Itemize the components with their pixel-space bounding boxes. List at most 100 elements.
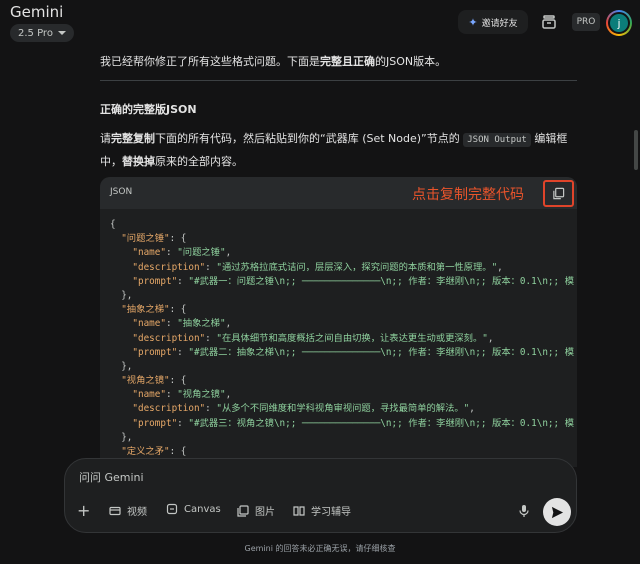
code-token: "description": [132, 261, 206, 273]
code-line: },: [100, 289, 577, 303]
code-token: ,: [497, 261, 503, 273]
code-token: "name": [132, 318, 166, 330]
code-line: "抽象之梯": {: [100, 303, 577, 317]
tool-study-button[interactable]: 学习辅导: [293, 503, 351, 518]
code-token: ,: [487, 332, 494, 344]
code-token: ,: [469, 403, 475, 415]
sparkle-icon: ✦: [468, 15, 478, 29]
book-icon: [293, 505, 305, 516]
code-token: "description": [132, 332, 206, 344]
code-line: "prompt": "#武器三：视角之镜\n;; ──────────────\…: [100, 417, 577, 431]
send-icon: [551, 506, 563, 518]
code-line: {: [100, 218, 577, 232]
code-token: "从多个不同维度和学科视角审视问题，寻找最简单的解法。": [216, 403, 470, 415]
intro-paragraph: 我已经帮你修正了所有这些格式问题。下面是完整且正确的JSON版本。: [100, 55, 447, 68]
code-token: :: [165, 318, 178, 330]
code-token: "抽象之梯": [121, 304, 170, 316]
avatar-initial: j: [608, 12, 630, 34]
code-token: : {: [169, 304, 187, 316]
invite-friends-button[interactable]: ✦ 邀请好友: [458, 10, 528, 34]
code-block: JSON 点击复制完整代码 { "问题之锤": { "name": "问题之锤"…: [100, 177, 577, 467]
microphone-icon[interactable]: [518, 504, 530, 518]
code-language-label: JSON: [110, 187, 133, 197]
code-line: "问题之锤": {: [100, 232, 577, 246]
divider: [100, 80, 577, 81]
code-token: "通过苏格拉底式诘问，层层深入，探究问题的本质和第一性原理。": [216, 261, 498, 273]
copy-code-button[interactable]: [543, 180, 574, 207]
code-token: "#武器三：视角之镜\n;; ──────────────\n;; 作者：李继刚…: [188, 417, 575, 429]
model-selector[interactable]: 2.5 Pro: [10, 24, 74, 42]
tool-label: 图片: [255, 507, 275, 518]
code-token: :: [177, 275, 189, 287]
canvas-icon: [166, 503, 178, 515]
code-token: :: [205, 403, 217, 415]
code-token: : {: [169, 446, 187, 457]
top-bar: Gemini 2.5 Pro ✦ 邀请好友 PRO j: [0, 0, 640, 48]
code-token: "问题之锤": [177, 247, 226, 259]
prompt-composer: + 视频 Canvas 图片 学习辅导: [64, 458, 577, 533]
code-token: :: [177, 417, 189, 429]
code-token: :: [177, 346, 189, 358]
code-token: },: [110, 289, 133, 301]
tool-label: Canvas: [184, 503, 221, 515]
code-line: "prompt": "#武器一：问题之锤\n;; ──────────────\…: [100, 275, 577, 289]
add-icon[interactable]: +: [77, 501, 90, 520]
copy-icon: [553, 187, 565, 200]
workspace-icon[interactable]: [541, 14, 557, 30]
code-line: "name": "问题之锤",: [100, 246, 577, 260]
code-token: "在具体细节和高度概括之间自由切换，让表达更生动或更深刻。": [216, 332, 488, 344]
code-token: "#武器一：问题之锤\n;; ──────────────\n;; 作者：李继刚…: [188, 275, 575, 287]
tool-canvas-button[interactable]: Canvas: [166, 503, 221, 515]
inline-code: JSON Output: [463, 133, 531, 147]
copy-annotation: 点击复制完整代码: [412, 187, 524, 203]
code-token: ,: [225, 389, 232, 401]
tool-image-button[interactable]: 图片: [237, 503, 275, 518]
code-line: "description": "在具体细节和高度概括之间自由切换，让表达更生动或…: [100, 332, 577, 346]
code-token: {: [110, 219, 116, 230]
code-token: "抽象之梯": [177, 318, 226, 330]
code-token: "视角之镜": [177, 389, 226, 401]
instruction-paragraph: 请完整复制下面的所有代码，然后粘贴到你的“武器库 (Set Node)”节点的 …: [100, 132, 568, 168]
tool-video-button[interactable]: 视频: [109, 503, 147, 518]
code-token: "name": [132, 389, 166, 401]
code-line: },: [100, 360, 577, 374]
code-token: : {: [169, 375, 187, 387]
code-content: { "问题之锤": { "name": "问题之锤", "description…: [100, 218, 577, 459]
chevron-down-icon: [57, 31, 66, 35]
send-button[interactable]: [543, 498, 571, 526]
pro-badge: PRO: [572, 13, 600, 31]
scrollbar-thumb[interactable]: [634, 130, 638, 170]
code-token: },: [110, 360, 133, 372]
code-token: :: [205, 332, 217, 344]
prompt-input[interactable]: [79, 471, 479, 484]
disclaimer: Gemini 的回答未必正确无误，请仔细核查: [244, 544, 396, 553]
invite-label: 邀请好友: [481, 18, 518, 29]
model-label: 2.5 Pro: [18, 27, 53, 39]
code-line: "prompt": "#武器二：抽象之梯\n;; ──────────────\…: [100, 346, 577, 360]
tool-label: 视频: [127, 507, 147, 518]
code-token: "prompt": [132, 417, 178, 429]
code-token: :: [205, 261, 217, 273]
code-token: "定义之矛": [121, 446, 170, 457]
image-icon: [237, 504, 249, 517]
code-token: :: [165, 389, 178, 401]
code-token: :: [165, 247, 178, 259]
app-title: Gemini: [10, 3, 64, 21]
code-token: "name": [132, 247, 166, 259]
code-line: },: [100, 431, 577, 445]
code-token: "prompt": [132, 346, 178, 358]
avatar[interactable]: j: [606, 10, 632, 36]
tool-label: 学习辅导: [311, 507, 351, 518]
code-token: : {: [169, 233, 187, 245]
code-token: "prompt": [132, 275, 178, 287]
